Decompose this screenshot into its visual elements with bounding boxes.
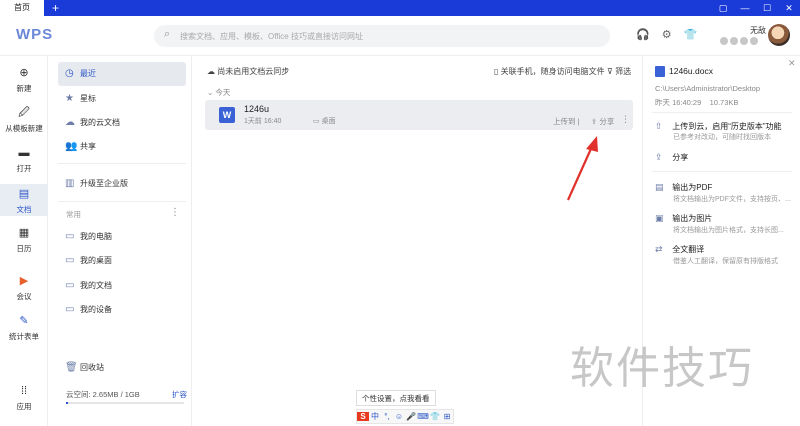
ime-tooltip: 个性设置，点我看看	[356, 390, 436, 406]
ime-emoji-icon[interactable]: ☺	[393, 412, 405, 421]
ime-keyboard-icon[interactable]: ⌨	[417, 412, 429, 421]
ime-voice-icon[interactable]: 🎤	[405, 412, 417, 421]
arrow-shaft	[566, 141, 596, 201]
ime-skin-icon[interactable]: 👕	[429, 412, 441, 421]
ime-toolbar: S 中 °, ☺ 🎤 ⌨ 👕 ⊞	[356, 409, 454, 424]
ime-chinese-toggle[interactable]: 中	[369, 411, 381, 422]
arrow-head	[586, 136, 598, 152]
sogou-logo-icon[interactable]: S	[357, 412, 369, 421]
ime-punctuation-icon[interactable]: °,	[381, 412, 393, 421]
annotation-arrow	[566, 136, 598, 201]
ime-toolbox-icon[interactable]: ⊞	[441, 412, 453, 421]
